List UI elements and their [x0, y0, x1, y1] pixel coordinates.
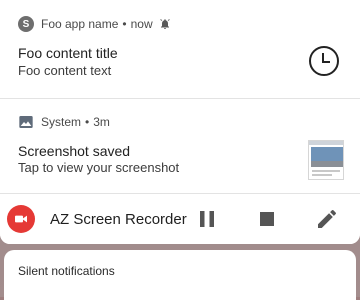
app-name: Foo app name [41, 17, 119, 31]
recorder-app-name: AZ Screen Recorder [50, 211, 187, 228]
header-separator: • [85, 115, 90, 129]
foo-notification-header: S Foo app name • now [18, 16, 171, 32]
screenshot-thumbnail[interactable] [308, 140, 344, 180]
clock-icon [309, 46, 339, 76]
notification-text: Tap to view your screenshot [18, 160, 180, 175]
notification-text: Foo content text [18, 63, 112, 78]
screenshot-notification-header: System • 3m [18, 114, 110, 130]
notification-title: Foo content title [18, 45, 118, 61]
notification-time: 3m [93, 115, 110, 129]
silent-notifications-label: Silent notifications [18, 264, 115, 278]
stop-icon[interactable] [255, 207, 279, 231]
bell-alert-icon [159, 19, 170, 29]
app-name: System [41, 115, 82, 129]
edit-icon[interactable] [315, 207, 339, 231]
notification-group: S Foo app name • now Foo content title F… [0, 0, 360, 244]
header-separator: • [122, 17, 127, 31]
video-camera-icon [7, 205, 35, 233]
app-letter-icon: S [18, 16, 34, 32]
image-icon [19, 116, 33, 128]
notification-title: Screenshot saved [18, 143, 131, 159]
notification-time: now [130, 17, 153, 31]
pause-icon[interactable] [195, 207, 219, 231]
